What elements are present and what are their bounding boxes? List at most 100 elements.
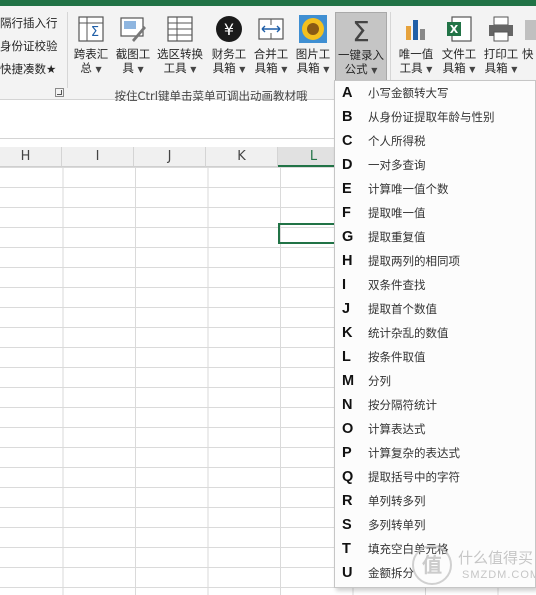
menu-item-key: R	[342, 493, 353, 509]
chevron-down-icon: ▼	[281, 65, 288, 74]
menu-item-b[interactable]: B 从身份证提取年龄与性别	[335, 105, 535, 129]
tool-label: 截图工	[115, 47, 151, 61]
menu-item-e[interactable]: E 计算唯一值个数	[335, 177, 535, 201]
menu-item-key: E	[342, 181, 352, 197]
menu-item-label: 金额拆分	[368, 566, 414, 580]
menu-item-key: C	[342, 133, 353, 149]
active-cell[interactable]	[278, 223, 336, 244]
chevron-down-icon: ▼	[323, 65, 330, 74]
menu-item-d[interactable]: D 一对多查询	[335, 153, 535, 177]
tool-label: 打印工	[483, 47, 519, 61]
menu-item-label: 小写金额转大写	[368, 86, 449, 100]
clip-icon	[525, 20, 536, 40]
menu-item-key: N	[342, 397, 353, 413]
menu-item-label: 计算表达式	[368, 422, 426, 436]
screenshot-tool-button[interactable]: 截图工 具 ▼	[113, 14, 153, 77]
menu-item-j[interactable]: J 提取首个数值	[335, 297, 535, 321]
image-toolbox-button[interactable]: 图片工 具箱 ▼	[293, 14, 333, 77]
menu-item-label: 提取首个数值	[368, 302, 437, 316]
menu-item-label: 单列转多列	[368, 494, 426, 508]
tool-label: 图片工	[295, 47, 331, 61]
menu-item-key: F	[342, 205, 351, 221]
tool-label: 具	[122, 61, 134, 75]
menu-item-a[interactable]: A 小写金额转大写	[335, 81, 535, 105]
sigma-table-icon: Σ	[78, 16, 104, 42]
selection-convert-button[interactable]: 选区转换 工具 ▼	[156, 14, 204, 77]
menu-item-label: 提取两列的相同项	[368, 254, 460, 268]
menu-item-o[interactable]: O 计算表达式	[335, 417, 535, 441]
menu-item-label: 双条件查找	[368, 278, 426, 292]
tool-label: 选区转换	[157, 47, 203, 61]
menu-item-key: U	[342, 565, 353, 581]
tool-label: 工具	[163, 61, 187, 75]
chevron-down-icon: ▼	[371, 66, 378, 75]
menu-item-p[interactable]: P 计算复杂的表达式	[335, 441, 535, 465]
quick-sum-fit-button[interactable]: 快捷凑数★	[0, 58, 66, 81]
tool-label: 快	[522, 47, 534, 61]
menu-item-key: M	[342, 373, 355, 389]
svg-text:Σ: Σ	[91, 25, 99, 40]
tool-label: 财务工	[211, 47, 247, 61]
chevron-down-icon: ▼	[511, 65, 518, 74]
column-header-k[interactable]: K	[206, 147, 278, 167]
chevron-down-icon: ▼	[426, 65, 433, 74]
tool-label: 具箱	[442, 61, 466, 75]
menu-item-label: 计算唯一值个数	[368, 182, 449, 196]
smzdm-watermark: 值 什么值得买 SMZDM.COM	[410, 543, 536, 587]
chevron-down-icon: ▼	[137, 65, 144, 74]
menu-item-key: L	[342, 349, 351, 365]
svg-text:Σ: Σ	[352, 15, 370, 45]
cross-table-sum-button[interactable]: Σ 跨表汇 总 ▼	[71, 14, 111, 77]
unique-tool-button[interactable]: 唯一值 工具 ▼	[396, 14, 436, 77]
column-header-i[interactable]: I	[62, 147, 134, 167]
merge-icon	[258, 18, 284, 40]
merge-toolbox-button[interactable]: 合并工 具箱 ▼	[251, 14, 291, 77]
menu-item-f[interactable]: F 提取唯一值	[335, 201, 535, 225]
print-toolbox-button[interactable]: 打印工 具箱 ▼	[481, 14, 521, 77]
menu-item-label: 从身份证提取年龄与性别	[368, 110, 495, 124]
printer-icon	[489, 16, 513, 42]
chevron-down-icon: ▼	[190, 65, 197, 74]
watermark-logo-icon: 值	[412, 545, 452, 585]
menu-item-l[interactable]: L 按条件取值	[335, 345, 535, 369]
left-command-list: 隔行插入行 身份证校验 快捷凑数★	[0, 12, 66, 81]
quick-clip-button[interactable]: 快	[522, 14, 536, 61]
menu-item-label: 提取重复值	[368, 230, 426, 244]
menu-item-m[interactable]: M 分列	[335, 369, 535, 393]
menu-item-k[interactable]: K 统计杂乱的数值	[335, 321, 535, 345]
tool-label: 具箱	[212, 61, 236, 75]
excel-file-icon: X	[447, 16, 472, 42]
id-card-validate-button[interactable]: 身份证校验	[0, 35, 66, 58]
menu-item-key: Q	[342, 469, 354, 485]
menu-item-label: 多列转单列	[368, 518, 426, 532]
menu-item-label: 个人所得税	[368, 134, 426, 148]
menu-item-s[interactable]: S 多列转单列	[335, 513, 535, 537]
sigma-icon: Σ	[352, 15, 370, 45]
file-toolbox-button[interactable]: X 文件工 具箱 ▼	[439, 14, 479, 77]
one-click-formula-button[interactable]: Σ 一键录入 公式 ▼	[335, 12, 387, 88]
tool-label: 具箱	[484, 61, 508, 75]
interleave-insert-row-button[interactable]: 隔行插入行	[0, 12, 66, 35]
column-header-h[interactable]: H	[0, 147, 62, 167]
menu-item-i[interactable]: I 双条件查找	[335, 273, 535, 297]
column-header-j[interactable]: J	[134, 147, 206, 167]
group-divider	[390, 12, 391, 88]
finance-toolbox-button[interactable]: ¥ 财务工 具箱 ▼	[209, 14, 249, 77]
table-convert-icon	[167, 16, 193, 42]
screenshot-icon	[120, 17, 146, 42]
menu-item-c[interactable]: C 个人所得税	[335, 129, 535, 153]
svg-text:X: X	[450, 23, 459, 36]
menu-item-label: 统计杂乱的数值	[368, 326, 449, 340]
tool-label: 唯一值	[398, 47, 434, 61]
chevron-down-icon: ▼	[95, 65, 102, 74]
tool-label: 一键录入	[338, 48, 384, 62]
tool-label: 工具	[399, 61, 423, 75]
tool-label: 跨表汇	[73, 47, 109, 61]
menu-item-r[interactable]: R 单列转多列	[335, 489, 535, 513]
menu-item-g[interactable]: G 提取重复值	[335, 225, 535, 249]
menu-item-n[interactable]: N 按分隔符统计	[335, 393, 535, 417]
menu-item-q[interactable]: Q 提取括号中的字符	[335, 465, 535, 489]
tool-label: 总	[80, 61, 92, 75]
dialog-launcher-icon[interactable]	[55, 88, 64, 97]
menu-item-h[interactable]: H 提取两列的相同项	[335, 249, 535, 273]
